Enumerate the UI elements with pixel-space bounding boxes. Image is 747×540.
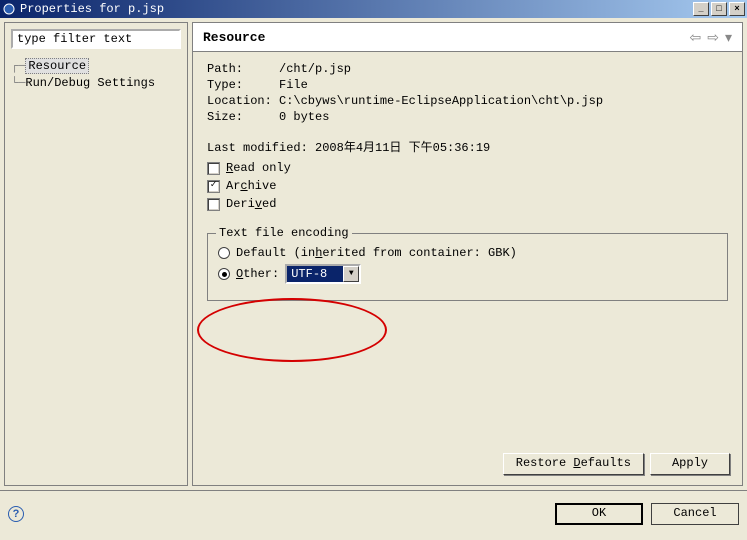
type-value: File [279,78,308,92]
encoding-default-radio[interactable]: Default (inherited from container: GBK) [218,246,717,260]
size-label: Size: [207,110,279,124]
archive-checkbox[interactable]: ✓ Archive [207,179,728,193]
content-area: Path:/cht/p.jsp Type:File Location:C:\cb… [192,52,743,486]
nav-back-icon[interactable]: ⇦ [690,29,702,46]
page-header: Resource ⇦ ⇨ ▾ [192,22,743,52]
annotation-ellipse [197,298,387,362]
close-button[interactable]: × [729,2,745,16]
encoding-other-radio[interactable]: Other: UTF-8 ▼ [218,264,717,284]
cancel-button[interactable]: Cancel [651,503,739,525]
nav-forward-icon[interactable]: ⇨ [707,29,719,46]
encoding-fieldset: Text file encoding Default (inherited fr… [207,233,728,301]
category-tree[interactable]: ┌─Resource └─Run/Debug Settings [11,57,181,91]
archive-label: Archive [226,179,276,193]
readonly-checkbox[interactable]: Read only [207,161,728,175]
app-icon [2,2,16,16]
page-title: Resource [203,30,684,45]
path-label: Path: [207,62,279,76]
nav-menu-icon[interactable]: ▾ [725,29,732,46]
chevron-down-icon[interactable]: ▼ [343,266,359,282]
filter-input[interactable] [11,29,181,49]
title-bar: Properties for p.jsp _ □ × [0,0,747,18]
radio-icon [218,268,230,280]
location-label: Location: [207,94,279,108]
encoding-other-label: Other: [236,267,279,281]
radio-icon [218,247,230,259]
derived-checkbox[interactable]: Derived [207,197,728,211]
checkbox-icon [207,198,220,211]
tree-item-resource[interactable]: ┌─Resource [11,57,181,75]
encoding-combo-value: UTF-8 [287,266,343,282]
encoding-legend: Text file encoding [216,226,352,240]
apply-button[interactable]: Apply [650,453,730,475]
category-tree-pane: ┌─Resource └─Run/Debug Settings [4,22,188,486]
tree-item-run-debug[interactable]: └─Run/Debug Settings [11,75,181,91]
maximize-button[interactable]: □ [711,2,727,16]
minimize-button[interactable]: _ [693,2,709,16]
bottom-bar: ? OK Cancel [0,490,747,536]
ok-button[interactable]: OK [555,503,643,525]
restore-defaults-button[interactable]: Restore Defaults [503,453,644,475]
window-title: Properties for p.jsp [20,2,164,16]
encoding-combo[interactable]: UTF-8 ▼ [285,264,361,284]
location-value: C:\cbyws\runtime-EclipseApplication\cht\… [279,94,603,108]
last-modified: Last modified: 2008年4月11日 下午05:36:19 [207,138,728,155]
type-label: Type: [207,78,279,92]
checkbox-icon [207,162,220,175]
size-value: 0 bytes [279,110,329,124]
encoding-default-label: Default (inherited from container: GBK) [236,246,517,260]
path-value: /cht/p.jsp [279,62,351,76]
readonly-label: Read only [226,161,291,175]
derived-label: Derived [226,197,276,211]
checkbox-icon: ✓ [207,180,220,193]
help-icon[interactable]: ? [8,506,24,522]
